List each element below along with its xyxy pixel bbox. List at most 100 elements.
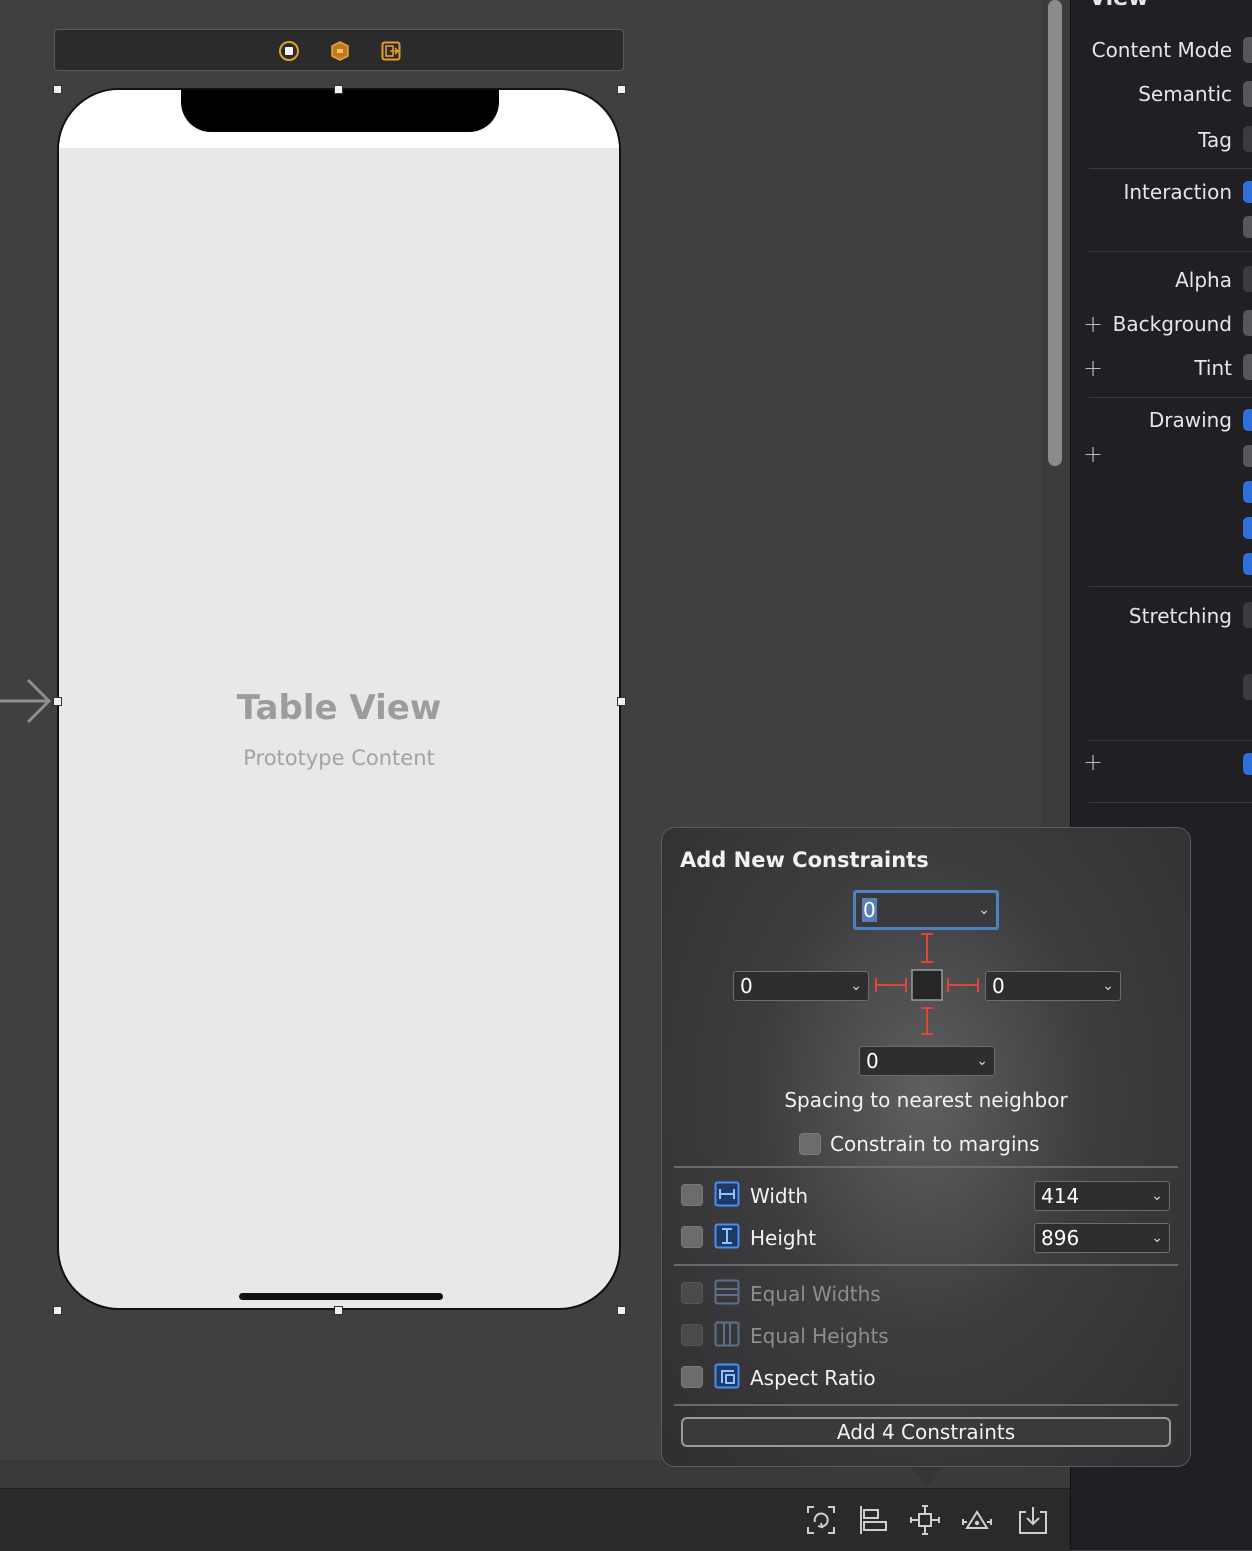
inspector-section-title: View	[1089, 0, 1148, 11]
background-color-popup[interactable]	[1243, 310, 1252, 336]
background-plus-icon[interactable]: +	[1083, 310, 1103, 338]
resize-handle-bottom-right[interactable]	[617, 1306, 626, 1315]
height-label: Height	[750, 1226, 817, 1250]
tag-field[interactable]	[1243, 126, 1252, 152]
left-spacing-chevron-icon[interactable]: ⌄	[850, 972, 862, 1000]
view-controller-icon[interactable]	[278, 40, 300, 62]
tint-plus-icon[interactable]: +	[1083, 354, 1103, 382]
semantic-label: Semantic	[1138, 82, 1232, 106]
height-chevron-icon[interactable]: ⌄	[1151, 1224, 1163, 1252]
aspect-ratio-label: Aspect Ratio	[750, 1366, 876, 1390]
constrain-margins-label: Constrain to margins	[830, 1132, 1040, 1156]
inspector-divider	[1089, 586, 1252, 587]
left-spacing-field[interactable]: 0 ⌄	[733, 971, 869, 1001]
canvas-bottom-bar	[0, 1488, 1070, 1551]
content-mode-popup[interactable]	[1243, 37, 1252, 63]
resize-handle-right[interactable]	[617, 697, 626, 706]
opaque-checkbox[interactable]	[1243, 409, 1252, 431]
autoresize-subviews-checkbox[interactable]	[1243, 553, 1252, 575]
alpha-label: Alpha	[1175, 268, 1232, 292]
semantic-popup[interactable]	[1243, 81, 1252, 107]
left-constraint-strut-icon[interactable]	[875, 978, 907, 992]
equal-heights-checkbox	[681, 1324, 703, 1346]
bottom-spacing-chevron-icon[interactable]: ⌄	[976, 1047, 988, 1075]
stretching-width-field[interactable]	[1243, 674, 1252, 700]
top-constraint-strut-icon[interactable]	[921, 933, 933, 963]
right-spacing-value: 0	[992, 974, 1005, 998]
table-view-title: Table View	[236, 688, 442, 728]
resolve-issues-icon[interactable]	[960, 1503, 994, 1537]
resize-handle-top-right[interactable]	[617, 85, 626, 94]
device-notch	[181, 90, 499, 132]
installed-checkbox[interactable]	[1243, 753, 1252, 775]
clears-graphics-context-checkbox[interactable]	[1243, 481, 1252, 503]
popover-divider	[674, 1404, 1178, 1406]
right-spacing-chevron-icon[interactable]: ⌄	[1102, 972, 1114, 1000]
inspector-divider	[1089, 251, 1252, 252]
height-value-field[interactable]: 896 ⌄	[1034, 1223, 1170, 1253]
popover-divider	[674, 1264, 1178, 1266]
right-constraint-strut-icon[interactable]	[947, 978, 979, 992]
drawing-label: Drawing	[1148, 408, 1232, 432]
bottom-spacing-field[interactable]: 0 ⌄	[859, 1046, 995, 1076]
add-new-constraints-popover: Add New Constraints 0 ⌄ 0 ⌄ 0 ⌄ 0 ⌄ Spac…	[661, 827, 1191, 1467]
stretching-x-field[interactable]	[1243, 602, 1252, 628]
update-frames-icon[interactable]	[804, 1503, 838, 1537]
resize-handle-top-left[interactable]	[53, 85, 62, 94]
add-constraints-icon[interactable]	[908, 1503, 942, 1537]
tint-color-popup[interactable]	[1243, 354, 1252, 380]
width-value-field[interactable]: 414 ⌄	[1034, 1181, 1170, 1211]
inspector-divider	[1089, 740, 1252, 741]
equal-widths-checkbox	[681, 1282, 703, 1304]
resize-handle-bottom[interactable]	[334, 1306, 343, 1315]
multiple-touch-checkbox[interactable]	[1243, 216, 1252, 238]
add-constraints-button[interactable]: Add 4 Constraints	[681, 1417, 1171, 1447]
home-indicator	[239, 1293, 443, 1300]
inspector-divider	[1089, 397, 1252, 398]
table-view-subtitle: Prototype Content	[243, 746, 435, 770]
equal-heights-label: Equal Heights	[750, 1324, 889, 1348]
alpha-field[interactable]	[1243, 266, 1252, 292]
constrain-margins-checkbox[interactable]	[799, 1133, 821, 1155]
width-label: Width	[750, 1184, 809, 1208]
resize-handle-bottom-left[interactable]	[53, 1306, 62, 1315]
top-spacing-value: 0	[862, 898, 877, 922]
align-icon[interactable]	[856, 1503, 890, 1537]
resize-handle-top[interactable]	[334, 85, 343, 94]
entry-point-arrow-icon[interactable]	[0, 676, 56, 726]
spacing-caption: Spacing to nearest neighbor	[784, 1088, 1068, 1112]
tag-label: Tag	[1198, 128, 1232, 152]
popover-arrow	[910, 1465, 944, 1487]
width-value: 414	[1041, 1184, 1080, 1208]
bottom-spacing-value: 0	[866, 1049, 879, 1073]
installed-plus-icon[interactable]: +	[1083, 748, 1103, 776]
tint-label: Tint	[1194, 356, 1232, 380]
content-mode-label: Content Mode	[1091, 38, 1232, 62]
stretching-label: Stretching	[1128, 604, 1232, 628]
inspector-divider	[1089, 802, 1252, 803]
bottom-constraint-strut-icon[interactable]	[921, 1007, 933, 1035]
interaction-label: Interaction	[1123, 180, 1232, 204]
height-constraint-icon	[714, 1223, 740, 1249]
top-spacing-chevron-icon[interactable]: ⌄	[978, 893, 990, 927]
right-spacing-field[interactable]: 0 ⌄	[985, 971, 1121, 1001]
aspect-ratio-checkbox[interactable]	[681, 1366, 703, 1388]
hidden-checkbox[interactable]	[1243, 445, 1252, 467]
height-checkbox[interactable]	[681, 1226, 703, 1248]
clip-to-bounds-checkbox[interactable]	[1243, 517, 1252, 539]
constraint-diagram	[875, 933, 979, 1035]
background-label: Background	[1112, 312, 1232, 336]
user-interaction-checkbox[interactable]	[1243, 181, 1252, 203]
height-value: 896	[1041, 1226, 1080, 1250]
canvas-scrollbar-thumb[interactable]	[1048, 0, 1062, 466]
embed-in-icon[interactable]	[1016, 1503, 1050, 1537]
width-chevron-icon[interactable]: ⌄	[1151, 1182, 1163, 1210]
width-checkbox[interactable]	[681, 1184, 703, 1206]
exit-icon[interactable]	[380, 40, 402, 62]
first-responder-icon[interactable]	[329, 40, 351, 62]
iphone-device-frame[interactable]: Table View Prototype Content	[57, 88, 621, 1310]
equal-widths-icon	[714, 1279, 740, 1305]
equal-heights-icon	[714, 1321, 740, 1347]
drawing-plus-icon[interactable]: +	[1083, 440, 1103, 468]
top-spacing-field[interactable]: 0 ⌄	[853, 890, 999, 930]
